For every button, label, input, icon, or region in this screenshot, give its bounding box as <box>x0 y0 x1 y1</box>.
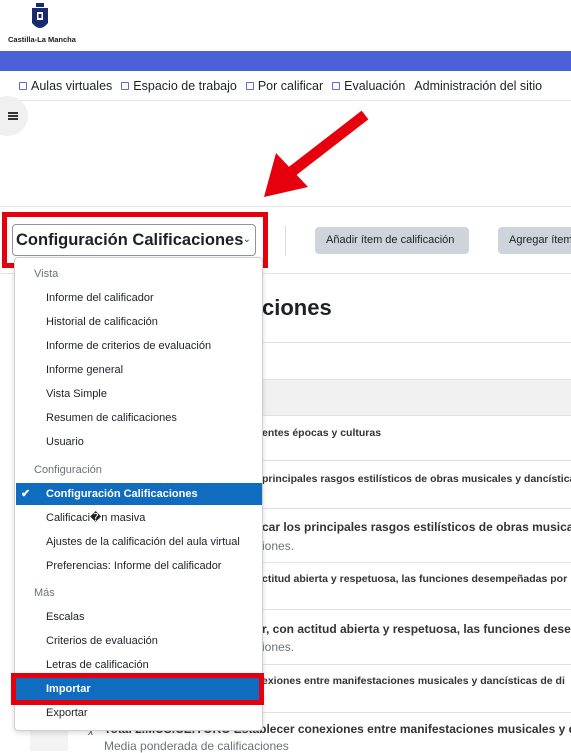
nav-label: Por calificar <box>257 78 324 93</box>
nav-item-administracion[interactable]: Administración del sitio <box>414 79 542 93</box>
dropdown-item[interactable]: Resumen de calificaciones <box>16 407 262 429</box>
table-row: exiones entre manifestaciones musicales … <box>262 675 565 687</box>
dropdown-item[interactable]: Preferencias: Informe del calificador <box>16 555 262 577</box>
nav-item-evaluacion[interactable]: Evaluación <box>332 79 405 93</box>
table-header-row <box>262 379 571 416</box>
table-row: principales rasgos estilísticos de obras… <box>262 473 571 485</box>
drawer-toggle-icon <box>8 112 18 120</box>
dropdown-item[interactable]: Usuario <box>16 431 262 453</box>
dropdown-group-label: Más <box>34 587 55 599</box>
brand-bar <box>0 51 571 71</box>
dropdown-item-label: Configuración Calificaciones <box>46 488 198 500</box>
dropdown-item[interactable]: Criterios de evaluación <box>16 630 262 652</box>
grade-navigation-dropdown: Vista Informe del calificador Historial … <box>14 257 263 731</box>
top-header: Castilla-La Mancha <box>0 0 571 51</box>
checkmark-icon: ✔ <box>21 488 31 500</box>
nav-label: Administración del sitio <box>414 78 543 93</box>
dropdown-item[interactable]: Escalas <box>16 606 262 628</box>
nav-label: Evaluación <box>344 78 406 93</box>
crest-icon <box>32 3 48 28</box>
dropdown-item[interactable]: Calificaci�n masiva <box>16 507 262 529</box>
dropdown-item[interactable]: Vista Simple <box>16 383 262 405</box>
workspace-icon <box>121 81 130 90</box>
dropdown-item[interactable]: Historial de calificación <box>16 311 262 333</box>
nav-item-por-calificar[interactable]: Por calificar <box>245 78 324 93</box>
divider <box>262 508 571 509</box>
nav-label: Aulas virtuales <box>31 78 113 93</box>
annotation-highlight-importar <box>11 673 264 705</box>
evaluation-icon <box>332 81 341 90</box>
nav-item-espacio-trabajo[interactable]: Espacio de trabajo <box>121 79 237 93</box>
drawer-toggle-button[interactable] <box>0 96 28 136</box>
dropdown-item[interactable]: Informe de criterios de evaluación <box>16 335 262 357</box>
dropdown-item[interactable]: Exportar <box>16 702 262 724</box>
annotation-arrow-icon <box>264 110 369 197</box>
dropdown-item[interactable]: Ajustes de la calificación del aula virt… <box>16 531 262 553</box>
divider <box>262 562 571 563</box>
dropdown-item[interactable]: Informe general <box>16 359 262 381</box>
table-row: r, con actitud abierta y respetuosa, las… <box>262 622 571 636</box>
page-title: ciones <box>262 295 332 320</box>
divider <box>262 460 571 461</box>
dropdown-item-selected[interactable]: ✔ Configuración Calificaciones <box>16 483 262 505</box>
site-logo[interactable]: Castilla-La Mancha <box>8 3 76 47</box>
dropdown-item[interactable]: Informe del calificador <box>16 287 262 309</box>
logo-text: Castilla-La Mancha <box>8 35 76 44</box>
primary-navigation: Aulas virtuales Espacio de trabajo Por c… <box>0 71 571 101</box>
divider <box>262 609 571 610</box>
row-subtext: iones. <box>262 539 295 553</box>
aulas-icon <box>19 81 27 90</box>
nav-item-aulas-virtuales[interactable]: Aulas virtuales <box>19 79 112 93</box>
divider <box>262 664 571 665</box>
dropdown-group-label: Configuración <box>34 464 102 476</box>
divider <box>262 342 571 343</box>
dropdown-group-label: Vista <box>34 268 59 280</box>
add-grade-item-button[interactable]: Añadir ítem de calificación <box>315 227 469 254</box>
divider <box>262 712 571 713</box>
table-row: car los principales rasgos estilísticos … <box>262 520 571 534</box>
grading-icon <box>245 81 254 90</box>
add-category-button[interactable]: Agregar ítem <box>498 227 571 254</box>
row-subtext: iones. <box>262 640 295 654</box>
table-row: ctitud abierta y respetuosa, las funcion… <box>262 573 568 585</box>
nav-label: Espacio de trabajo <box>133 78 237 93</box>
toolbar-divider <box>285 226 286 256</box>
table-row: entes épocas y culturas <box>262 427 382 439</box>
